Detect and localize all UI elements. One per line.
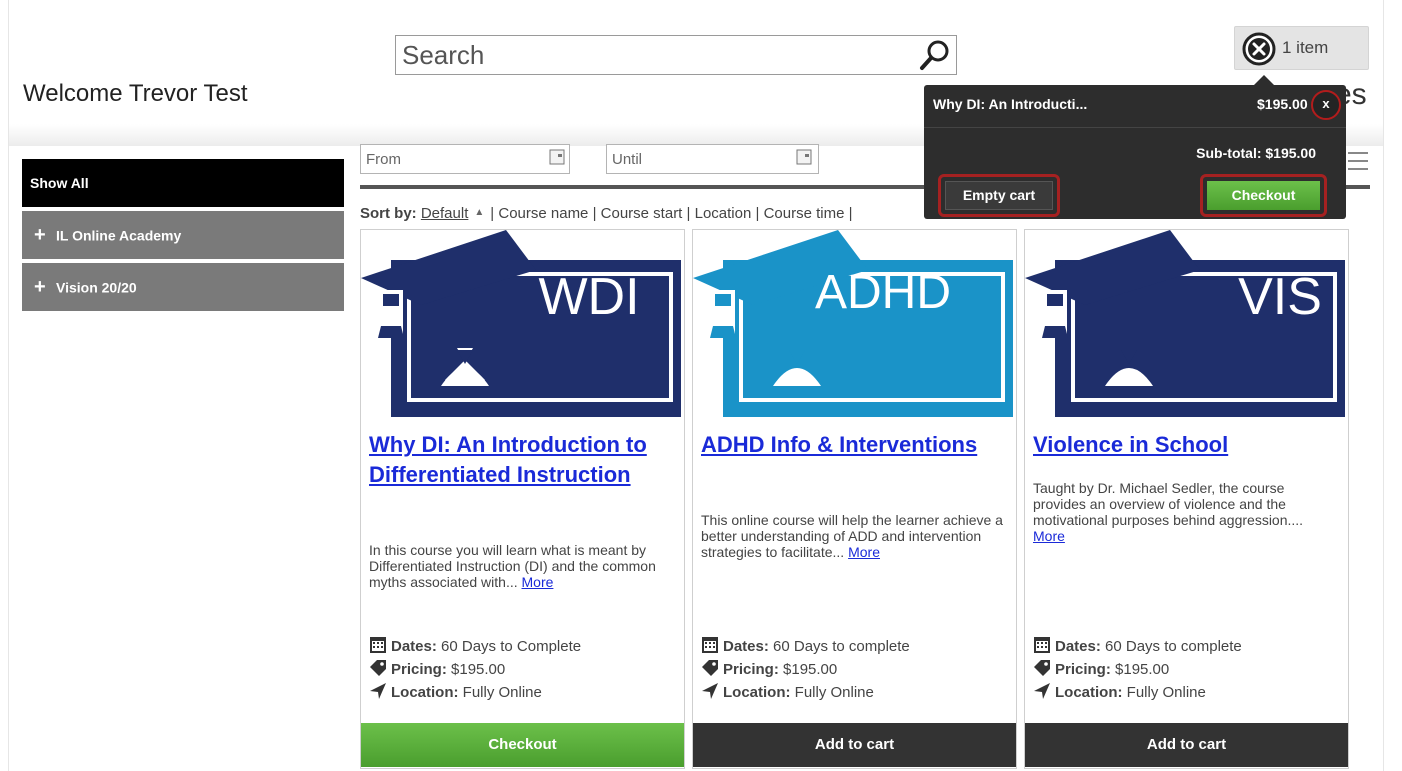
cart-checkout-label: Checkout [1207,181,1320,210]
add-to-cart-button[interactable]: Add to cart [1025,723,1348,767]
search-input[interactable] [396,36,916,74]
sidebar-item-label: Vision 20/20 [56,279,137,296]
course-card: VIS Violence in School Taught by Dr. Mic… [1024,229,1349,769]
until-date-field [606,144,819,174]
from-date-input[interactable] [361,145,541,173]
course-title-link[interactable]: ADHD Info & Interventions [701,430,1006,460]
popover-caret [1254,75,1274,85]
price-tag-icon [370,660,386,676]
checkout-button[interactable]: Checkout [361,723,684,767]
course-dates: Dates: 60 Days to complete [701,635,1011,658]
search-icon[interactable] [918,38,952,72]
empty-cart-button[interactable]: Empty cart [938,174,1060,217]
page: Welcome Trevor Test 1 item es Show All +… [0,0,1402,771]
from-date-field [360,144,570,174]
course-description: Taught by Dr. Michael Sedler, the course… [1033,480,1304,544]
price-tag-icon [702,660,718,676]
course-card: WDI Why DI: An Introduction to Different… [360,229,685,769]
popover-divider [924,127,1346,128]
plus-icon: + [34,224,46,247]
course-thumbnail[interactable]: ADHD [693,230,1016,417]
price-tag-icon [1034,660,1050,676]
plus-icon: + [34,276,46,299]
until-date-input[interactable] [607,145,787,173]
course-badge-text: ADHD [815,266,951,319]
empty-cart-label: Empty cart [945,181,1053,210]
sidebar-item-il-online-academy[interactable]: + IL Online Academy [22,211,344,259]
sidebar-item-label: IL Online Academy [56,227,182,244]
sort-caret-icon: ▲ [474,207,485,218]
course-title-link[interactable]: Violence in School [1033,430,1338,460]
cart-checkout-button[interactable]: Checkout [1200,174,1327,217]
sort-option-location[interactable]: Location [695,205,752,222]
sidebar-item-vision-2020[interactable]: + Vision 20/20 [22,263,344,311]
sidebar-item-show-all[interactable]: Show All [22,159,344,207]
cart-button[interactable]: 1 item [1234,26,1369,70]
cart-count: 1 item [1282,38,1329,57]
page-border-right [1383,0,1384,771]
search-box [395,35,957,75]
remove-item-button[interactable]: x [1311,90,1341,120]
course-location: Location: Fully Online [701,681,1011,704]
course-card: ADHD ADHD Info & Interventions This onli… [692,229,1017,769]
cart-item-name: Why DI: An Introducti... [933,96,1088,112]
location-arrow-icon [1034,683,1050,699]
cart-popover: Why DI: An Introducti... $195.00 x Sub-t… [924,75,1346,219]
page-border-left [8,0,9,771]
calendar-icon[interactable] [796,149,812,165]
course-pricing: Pricing: $195.00 [369,658,679,681]
course-title-link[interactable]: Why DI: An Introduction to Differentiate… [369,430,674,490]
cart-subtotal: Sub-total: $195.00 [1196,145,1316,161]
course-location: Location: Fully Online [369,681,679,704]
course-badge-text: VIS [1238,268,1322,326]
course-pricing: Pricing: $195.00 [1033,658,1343,681]
welcome-message: Welcome Trevor Test [23,80,248,107]
course-thumbnail[interactable]: VIS [1025,230,1348,417]
course-description: In this course you will learn what is me… [369,542,656,590]
course-location: Location: Fully Online [1033,681,1343,704]
course-dates: Dates: 60 Days to Complete [369,635,679,658]
location-arrow-icon [702,683,718,699]
sort-bar: Sort by: Default ▲ | Course name | Course … [360,205,853,222]
more-link[interactable]: More [1033,528,1065,544]
sort-option-course-time[interactable]: Course time [764,205,845,222]
more-link[interactable]: More [522,574,554,590]
course-badge-text: WDI [538,268,639,326]
course-meta: Dates: 60 Days to complete Pricing: $195… [701,635,1011,704]
course-pricing: Pricing: $195.00 [701,658,1011,681]
menu-icon[interactable] [1348,152,1368,172]
calendar-icon [370,637,386,653]
sort-label: Sort by: [360,205,417,222]
sort-option-course-name[interactable]: Course name [498,205,588,222]
calendar-icon[interactable] [549,149,565,165]
location-arrow-icon [370,683,386,699]
course-description: This online course will help the learner… [701,512,1003,560]
sort-option-course-start[interactable]: Course start [601,205,683,222]
add-to-cart-button[interactable]: Add to cart [693,723,1016,767]
calendar-icon [702,637,718,653]
sort-default-link[interactable]: Default [421,205,469,222]
calendar-icon [1034,637,1050,653]
close-circle-icon [1242,32,1276,66]
course-thumbnail[interactable]: WDI [361,230,684,417]
course-dates: Dates: 60 Days to complete [1033,635,1343,658]
more-link[interactable]: More [848,544,880,560]
cart-item-price: $195.00 [1257,96,1308,112]
course-meta: Dates: 60 Days to complete Pricing: $195… [1033,635,1343,704]
course-meta: Dates: 60 Days to Complete Pricing: $195… [369,635,679,704]
